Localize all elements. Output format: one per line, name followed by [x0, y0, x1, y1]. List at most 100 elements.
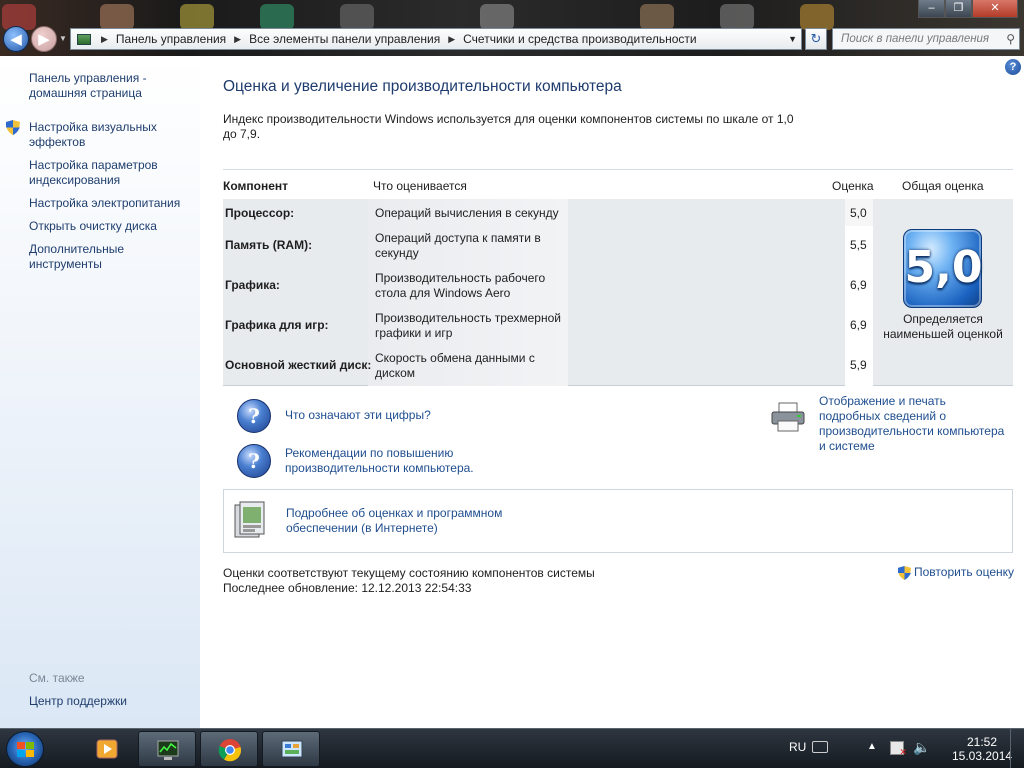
- language-indicator[interactable]: RU: [789, 740, 806, 754]
- recent-pages-dropdown[interactable]: ▼: [59, 34, 67, 43]
- breadcrumb-separator[interactable]: ▶: [444, 34, 459, 45]
- sidebar-item-advanced-tools[interactable]: Дополнительные инструменты: [29, 242, 194, 272]
- main-content: [200, 56, 1024, 728]
- print-details-link[interactable]: Отображение и печать подробных сведений …: [819, 394, 1009, 454]
- maximize-button[interactable]: ❐: [945, 0, 972, 18]
- sidebar-item-home[interactable]: Панель управления - домашняя страница: [29, 71, 194, 101]
- column-header-measured: Что оценивается: [373, 179, 467, 193]
- base-score-cell: 5,0 Определяется наименьшей оценкой: [873, 199, 1013, 386]
- component-name: Память (RAM):: [225, 238, 313, 252]
- system-tray: RU ▲ 🔈 21:52 15.03.2014: [764, 729, 1024, 768]
- show-desktop-button[interactable]: [1010, 729, 1024, 768]
- component-score: 6,9: [850, 278, 867, 292]
- uac-shield-icon: [898, 565, 911, 580]
- media-player-icon: [96, 739, 118, 759]
- component-measured: Производительность рабочего стола для Wi…: [375, 271, 546, 300]
- sidebar-item-label: Настройка визуальных эффектов: [29, 120, 157, 149]
- uac-shield-icon: [6, 120, 20, 135]
- printer-icon: [771, 402, 805, 432]
- control-panel-icon: [281, 740, 303, 758]
- clock-time: 21:52: [966, 735, 998, 749]
- search-placeholder: Поиск в панели управления: [841, 33, 990, 45]
- base-score-value: 5,0: [904, 242, 983, 293]
- forward-button[interactable]: ▶: [31, 26, 57, 52]
- clock-date: 15.03.2014: [952, 749, 1013, 763]
- page-title: Оценка и увеличение производительности к…: [223, 78, 622, 95]
- component-measured: Операций доступа к памяти в секунду: [375, 231, 541, 260]
- taskbar: RU ▲ 🔈 21:52 15.03.2014: [0, 728, 1024, 768]
- component-score: 5,0: [850, 206, 867, 220]
- score-table: Процессор: Операций вычисления в секунду…: [223, 199, 1013, 386]
- question-icon: ?: [237, 399, 271, 433]
- rerun-label: Повторить оценку: [914, 565, 1015, 579]
- taskbar-media-player[interactable]: [78, 731, 136, 767]
- component-score: 6,9: [850, 318, 867, 332]
- breadcrumb-all-items[interactable]: Все элементы панели управления: [245, 32, 444, 46]
- sidebar-item-disk-cleanup[interactable]: Открыть очистку диска: [29, 219, 194, 234]
- column-header-score: Оценка: [832, 179, 874, 193]
- sidebar-item-power[interactable]: Настройка электропитания: [29, 196, 194, 211]
- component-measured: Скорость обмена данными с диском: [375, 351, 535, 380]
- base-score-badge: 5,0: [903, 229, 982, 308]
- rerun-assessment-button[interactable]: Повторить оценку: [898, 565, 1014, 580]
- component-score: 5,5: [850, 238, 867, 252]
- component-name: Графика для игр:: [225, 318, 329, 332]
- action-center-icon[interactable]: [890, 741, 907, 758]
- control-panel-icon: [77, 33, 91, 45]
- start-button[interactable]: [6, 731, 44, 767]
- windows-logo-icon: [17, 742, 34, 757]
- table-header: Компонент Что оценивается Оценка Общая о…: [223, 169, 1013, 199]
- component-name: Графика:: [225, 278, 280, 292]
- minimize-button[interactable]: ‒: [918, 0, 945, 18]
- window-titlebar: ‒ ❐ ✕ ◀ ▶ ▼ ▶ Панель управления ▶ Все эл…: [0, 0, 1024, 56]
- sidebar-item-support-center[interactable]: Центр поддержки: [29, 694, 194, 709]
- taskbar-chrome[interactable]: [200, 731, 258, 767]
- breadcrumb-separator[interactable]: ▶: [230, 34, 245, 45]
- window-controls: ‒ ❐ ✕: [918, 0, 1018, 18]
- see-also-heading: См. также: [29, 671, 85, 685]
- breadcrumb-control-panel[interactable]: Панель управления: [112, 32, 230, 46]
- refresh-button[interactable]: ↻: [805, 28, 827, 50]
- monitor-icon: [157, 740, 179, 760]
- breadcrumb-performance[interactable]: Счетчики и средства производительности: [459, 32, 700, 46]
- address-bar[interactable]: ▶ Панель управления ▶ Все элементы панел…: [70, 28, 802, 50]
- software-box-icon: [234, 501, 265, 538]
- taskbar-task-manager[interactable]: [138, 731, 196, 767]
- clock[interactable]: 21:52 15.03.2014: [952, 735, 1012, 763]
- base-score-caption: Определяется наименьшей оценкой: [883, 312, 1003, 341]
- sidebar-item-visual-effects[interactable]: Настройка визуальных эффектов: [6, 120, 194, 150]
- table-row: Основной жесткий диск: Скорость обмена д…: [223, 350, 873, 390]
- back-button[interactable]: ◀: [3, 26, 29, 52]
- component-name: Процессор:: [225, 206, 295, 220]
- navigation-bar: ◀ ▶ ▼ ▶ Панель управления ▶ Все элементы…: [0, 24, 1024, 54]
- sidebar-item-indexing[interactable]: Настройка параметров индексирования: [29, 158, 194, 188]
- sidebar: [0, 56, 200, 728]
- learn-more-link[interactable]: Подробнее об оценках и программном обесп…: [286, 506, 526, 536]
- table-row: Графика для игр: Производительность трех…: [223, 310, 873, 350]
- search-input[interactable]: Поиск в панели управления ⚲: [832, 28, 1020, 50]
- what-numbers-link[interactable]: Что означают эти цифры?: [285, 408, 431, 423]
- help-icon[interactable]: ?: [1005, 59, 1021, 75]
- status-text: Оценки соответствуют текущему состоянию …: [223, 566, 595, 596]
- column-header-base-score: Общая оценка: [902, 179, 984, 193]
- close-button[interactable]: ✕: [972, 0, 1018, 18]
- show-hidden-icons-icon[interactable]: ▲: [867, 741, 877, 752]
- last-update: Последнее обновление: 12.12.2013 22:54:3…: [223, 581, 472, 595]
- address-dropdown-icon[interactable]: ▼: [788, 34, 797, 44]
- question-icon: ?: [237, 444, 271, 478]
- component-score: 5,9: [850, 358, 867, 372]
- component-name: Основной жесткий диск:: [225, 358, 372, 372]
- volume-icon[interactable]: 🔈: [913, 739, 930, 756]
- page-description: Индекс производительности Windows исполь…: [223, 112, 794, 141]
- table-row: Графика: Производительность рабочего сто…: [223, 270, 873, 310]
- component-measured: Производительность трехмерной графики и …: [375, 311, 561, 340]
- column-header-component: Компонент: [223, 179, 288, 193]
- tips-link[interactable]: Рекомендации по повышению производительн…: [285, 446, 505, 476]
- table-row: Память (RAM): Операций доступа к памяти …: [223, 230, 873, 270]
- status-line: Оценки соответствуют текущему состоянию …: [223, 566, 595, 580]
- breadcrumb-separator[interactable]: ▶: [97, 34, 112, 45]
- search-icon[interactable]: ⚲: [1006, 29, 1015, 49]
- component-measured: Операций вычисления в секунду: [375, 206, 559, 220]
- taskbar-control-panel[interactable]: [262, 731, 320, 767]
- keyboard-icon[interactable]: [812, 741, 828, 753]
